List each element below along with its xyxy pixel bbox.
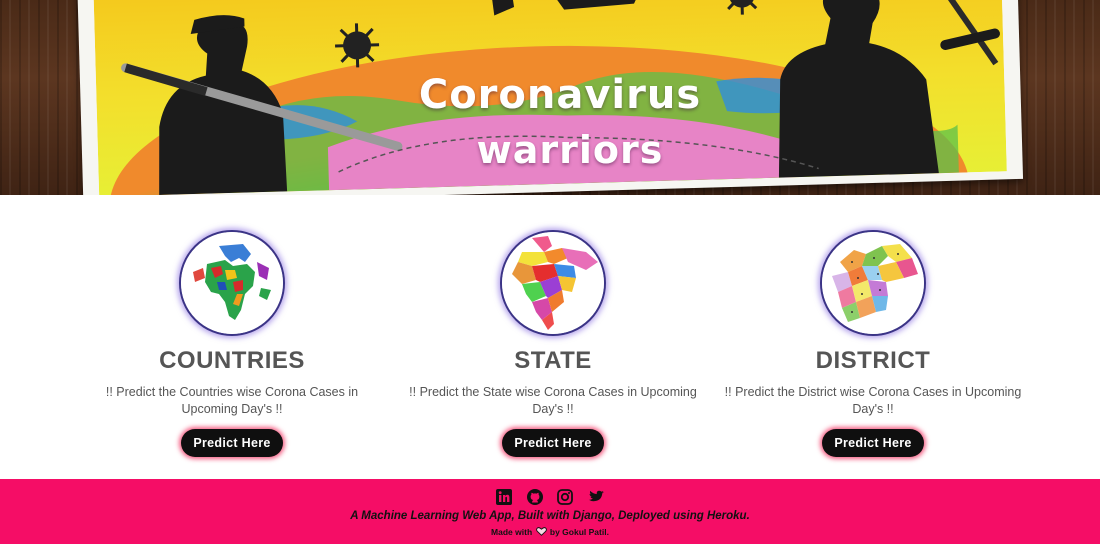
card-description: !! Predict the Countries wise Corona Cas… [105,385,359,416]
footer-tagline: A Machine Learning Web App, Built with D… [350,510,750,522]
banner-title-line1: Coronavirus [418,72,702,118]
state-card: STATE !! Predict the State wise Corona C… [393,230,713,457]
prediction-cards: COUNTRIES !! Predict the Countries wise … [0,195,1100,479]
card-description: !! Predict the State wise Corona Cases i… [409,385,697,416]
predict-countries-button[interactable]: Predict Here [181,429,283,457]
countries-card: COUNTRIES !! Predict the Countries wise … [72,230,392,457]
card-title: STATE [514,347,592,374]
footer: A Machine Learning Web App, Built with D… [0,479,1100,544]
world-map-icon [179,230,285,336]
hero-banner: Coronavirus warriors [0,0,1100,195]
twitter-icon[interactable] [588,489,604,505]
instagram-icon[interactable] [557,489,574,505]
footer-credit: Made with by Gokul Patil. [0,527,1100,537]
banner-title-line2: warriors [476,128,664,172]
india-map-icon [500,230,606,336]
card-title: COUNTRIES [159,347,305,374]
predict-state-button[interactable]: Predict Here [502,429,604,457]
author-credit: by Gokul Patil. [549,527,609,537]
predict-district-button[interactable]: Predict Here [822,429,924,457]
github-icon[interactable] [526,489,543,505]
district-map-icon [820,230,926,336]
made-with-text: Made with [491,527,533,537]
linkedin-icon[interactable] [496,489,513,505]
card-title: DISTRICT [815,347,931,374]
social-links [0,489,1100,507]
card-description: !! Predict the District wise Corona Case… [724,385,1022,416]
district-card: DISTRICT !! Predict the District wise Co… [713,230,1033,457]
heart-icon [535,527,547,536]
